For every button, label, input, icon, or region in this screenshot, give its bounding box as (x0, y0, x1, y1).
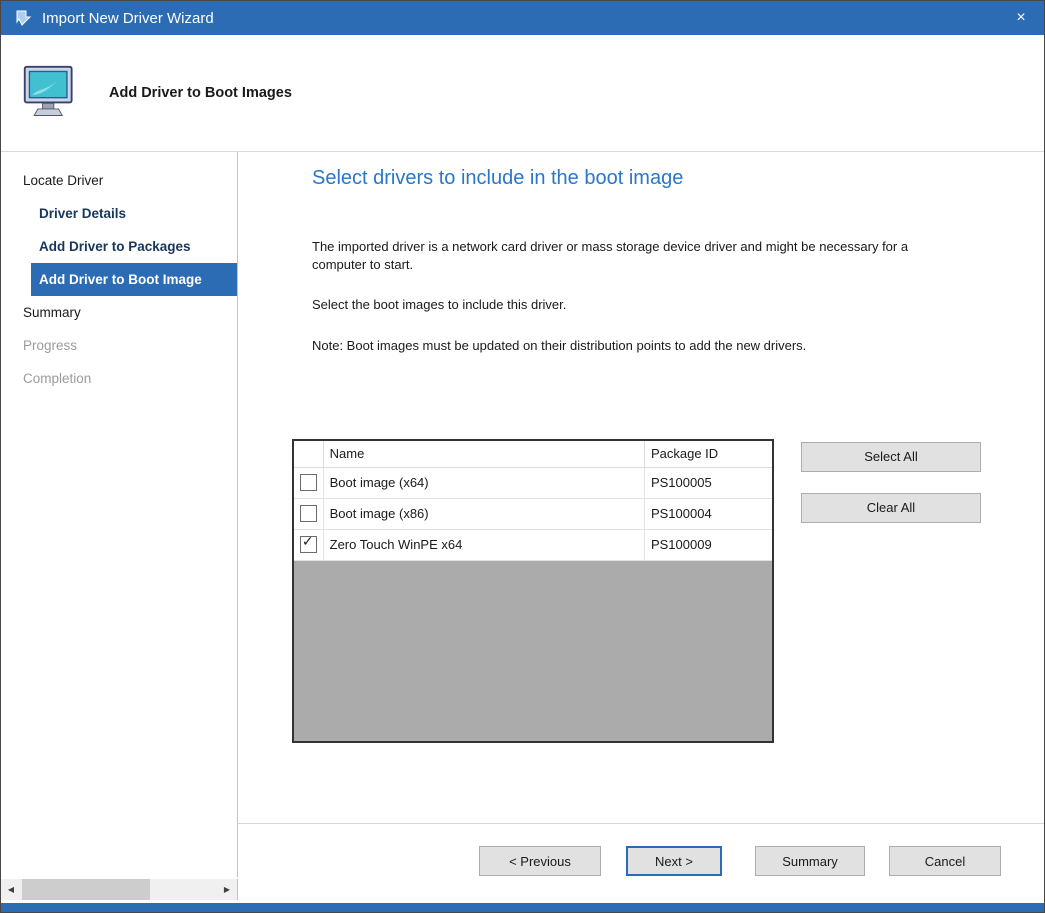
scroll-left-icon[interactable]: ◀ (1, 879, 21, 900)
wizard-main-panel: Select drivers to include in the boot im… (238, 152, 1044, 821)
sidebar-item-progress: Progress (1, 329, 237, 362)
cancel-button[interactable]: Cancel (889, 846, 1001, 876)
row-name: Boot image (x64) (323, 467, 644, 498)
select-all-button[interactable]: Select All (801, 442, 981, 472)
computer-icon (19, 63, 83, 123)
instruction-text: Select the boot images to include this d… (312, 296, 912, 314)
sidebar-item-locate-driver: Locate Driver (1, 164, 237, 197)
name-column-header[interactable]: Name (323, 440, 644, 468)
clear-all-button[interactable]: Clear All (801, 493, 981, 523)
row-package-id: PS100004 (644, 498, 773, 529)
row-package-id: PS100009 (644, 529, 773, 560)
note-text: Note: Boot images must be updated on the… (312, 337, 912, 355)
row-name: Boot image (x86) (323, 498, 644, 529)
scrollbar-thumb[interactable] (22, 879, 150, 900)
scroll-right-icon[interactable]: ▶ (217, 879, 237, 900)
table-row[interactable]: ✓ Zero Touch WinPE x64 PS100009 (293, 529, 773, 560)
horizontal-scrollbar[interactable]: ◀ ▶ (1, 879, 238, 900)
table-header-row: Name Package ID (293, 440, 773, 468)
row-checkbox[interactable]: ✓ (300, 505, 317, 522)
check-icon: ✓ (302, 534, 314, 550)
close-icon[interactable]: × (998, 1, 1044, 35)
import-driver-wizard-window: Import New Driver Wizard × Add Driver to… (0, 0, 1045, 913)
table-row[interactable]: ✓ Boot image (x64) PS100005 (293, 467, 773, 498)
row-checkbox[interactable]: ✓ (300, 474, 317, 491)
wizard-steps-sidebar: Locate Driver Driver Details Add Driver … (1, 152, 238, 877)
row-package-id: PS100005 (644, 467, 773, 498)
sidebar-item-add-driver-to-packages: Add Driver to Packages (1, 230, 237, 263)
sidebar-item-add-driver-to-boot-image: Add Driver to Boot Image (31, 263, 237, 296)
wizard-footer: < Previous Next > Summary Cancel (479, 846, 1001, 876)
package-id-column-header[interactable]: Package ID (644, 440, 773, 468)
sidebar-item-summary: Summary (1, 296, 237, 329)
intro-text: The imported driver is a network card dr… (312, 238, 912, 275)
next-button[interactable]: Next > (626, 846, 722, 876)
page-heading: Select drivers to include in the boot im… (312, 166, 1044, 190)
table-row[interactable]: ✓ Boot image (x86) PS100004 (293, 498, 773, 529)
window-title: Import New Driver Wizard (42, 10, 214, 27)
bottom-accent-strip (1, 903, 1044, 912)
sidebar-item-completion: Completion (1, 362, 237, 395)
previous-button[interactable]: < Previous (479, 846, 601, 876)
titlebar[interactable]: Import New Driver Wizard × (1, 1, 1044, 35)
sidebar-item-driver-details: Driver Details (1, 197, 237, 230)
scrollbar-track[interactable] (150, 879, 217, 900)
checkbox-column-header (293, 440, 323, 468)
summary-button[interactable]: Summary (755, 846, 865, 876)
footer-divider (238, 823, 1044, 824)
boot-images-table: Name Package ID ✓ Boot image (x64) PS100… (292, 439, 774, 743)
wizard-header: Add Driver to Boot Images (1, 35, 1044, 152)
boot-images-area: Name Package ID ✓ Boot image (x64) PS100… (292, 439, 1044, 743)
wizard-icon (14, 9, 32, 27)
row-checkbox[interactable]: ✓ (300, 536, 317, 553)
table-empty-area (293, 560, 773, 742)
selection-buttons: Select All Clear All (801, 442, 981, 523)
wizard-page-title: Add Driver to Boot Images (109, 85, 292, 101)
row-name: Zero Touch WinPE x64 (323, 529, 644, 560)
